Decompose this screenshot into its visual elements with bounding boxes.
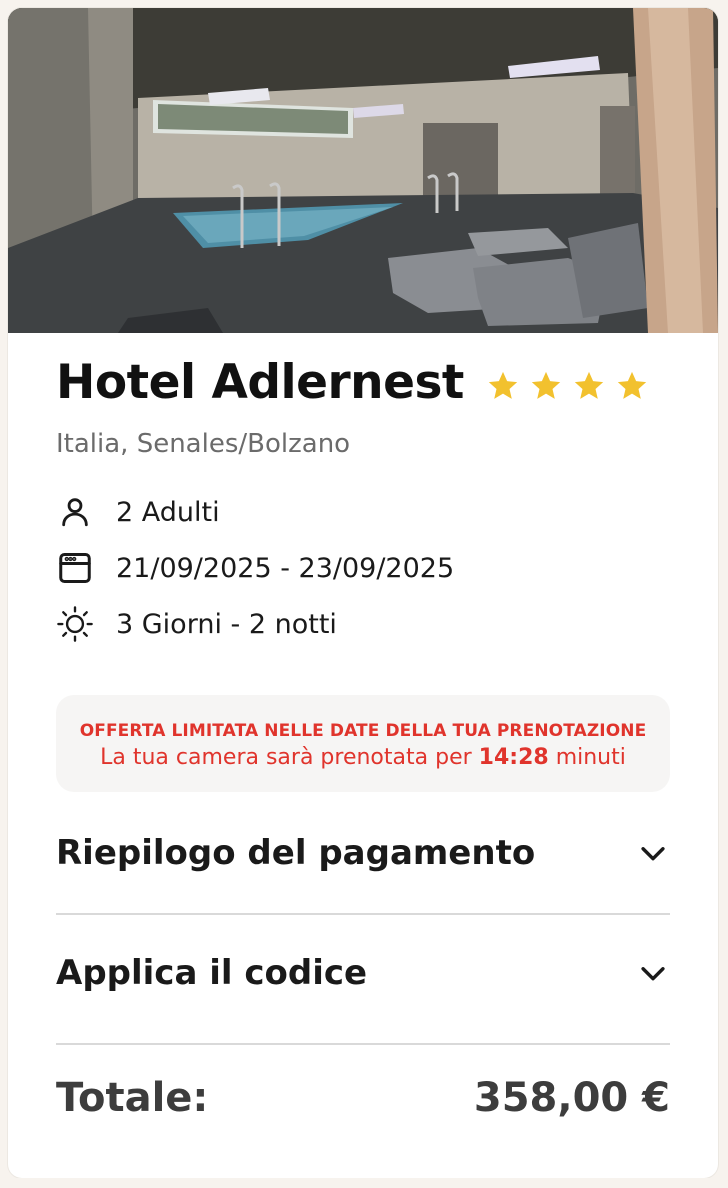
star-icon — [617, 371, 647, 399]
total-label: Totale: — [56, 1075, 209, 1121]
sun-icon — [56, 605, 94, 643]
duration-row: 3 Giorni - 2 notti — [56, 605, 337, 643]
calendar-icon — [56, 549, 94, 587]
offer-text-after: minuti — [555, 745, 626, 770]
chevron-down-icon — [641, 847, 665, 861]
star-rating — [486, 369, 658, 403]
star-icon — [574, 371, 604, 399]
apply-code-label: Applica il codice — [56, 953, 368, 993]
star-icon — [531, 371, 561, 399]
star-icon — [488, 371, 518, 399]
payment-summary-toggle[interactable]: Riepilogo del pagamento — [56, 833, 670, 873]
total-row: Totale: 358,00 € — [56, 1075, 670, 1121]
apply-code-toggle[interactable]: Applica il codice — [56, 953, 670, 993]
payment-summary-label: Riepilogo del pagamento — [56, 833, 536, 873]
booking-card: Hotel Adlernest Italia, Senales/Bolzano … — [8, 8, 718, 1178]
chevron-down-icon — [641, 967, 665, 981]
divider — [56, 913, 670, 915]
title-row: Hotel Adlernest — [56, 355, 658, 410]
duration-text: 3 Giorni - 2 notti — [116, 608, 337, 640]
offer-timer-text: La tua camera sarà prenotata per 14:28 m… — [56, 745, 670, 770]
guests-row: 2 Adulti — [56, 493, 220, 531]
hotel-location: Italia, Senales/Bolzano — [56, 429, 351, 459]
offer-countdown: 14:28 — [478, 745, 549, 770]
divider — [56, 1043, 670, 1045]
page-bottom-strip — [0, 1178, 728, 1188]
person-icon — [56, 493, 94, 531]
guests-text: 2 Adulti — [116, 496, 220, 528]
offer-text-before: La tua camera sarà prenotata per — [100, 745, 472, 770]
limited-offer-banner: OFFERTA LIMITATA NELLE DATE DELLA TUA PR… — [56, 695, 670, 792]
total-amount: 358,00 € — [473, 1075, 670, 1121]
dates-text: 21/09/2025 - 23/09/2025 — [116, 552, 455, 584]
offer-headline: OFFERTA LIMITATA NELLE DATE DELLA TUA PR… — [79, 721, 647, 741]
hotel-photo — [8, 8, 718, 333]
hotel-name: Hotel Adlernest — [56, 355, 464, 410]
dates-row: 21/09/2025 - 23/09/2025 — [56, 549, 454, 587]
